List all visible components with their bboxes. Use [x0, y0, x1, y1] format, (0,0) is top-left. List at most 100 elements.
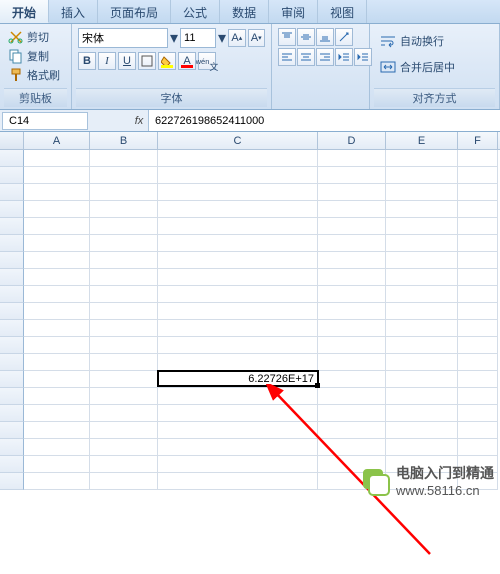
cell[interactable] — [386, 303, 458, 320]
cell[interactable] — [24, 439, 90, 456]
cell[interactable] — [386, 218, 458, 235]
row-header[interactable] — [0, 388, 24, 405]
cell[interactable] — [386, 388, 458, 405]
cell[interactable] — [318, 167, 386, 184]
font-size-select[interactable] — [180, 28, 216, 48]
tab-data[interactable]: 数据 — [220, 0, 269, 23]
cell[interactable] — [24, 388, 90, 405]
cell[interactable] — [158, 252, 318, 269]
spreadsheet-grid[interactable]: ABCDEF 6.22726E+17 — [0, 132, 500, 490]
cell[interactable] — [318, 422, 386, 439]
row-header[interactable] — [0, 201, 24, 218]
tab-formula[interactable]: 公式 — [171, 0, 220, 23]
wrap-text-button[interactable]: 自动换行 — [376, 30, 493, 52]
cell[interactable] — [318, 286, 386, 303]
cell[interactable] — [386, 184, 458, 201]
row-header[interactable] — [0, 167, 24, 184]
cell[interactable] — [318, 150, 386, 167]
cell[interactable] — [458, 405, 498, 422]
row-header[interactable] — [0, 439, 24, 456]
cell[interactable] — [386, 252, 458, 269]
cell[interactable] — [90, 405, 158, 422]
select-all-corner[interactable] — [0, 132, 24, 149]
cell[interactable] — [318, 388, 386, 405]
cell[interactable] — [90, 320, 158, 337]
row-header[interactable] — [0, 184, 24, 201]
format-painter-button[interactable]: 格式刷 — [6, 66, 65, 84]
cell[interactable] — [158, 388, 318, 405]
align-center-button[interactable] — [297, 48, 315, 66]
cell[interactable] — [318, 337, 386, 354]
cell[interactable] — [458, 252, 498, 269]
column-header[interactable]: E — [386, 132, 458, 149]
row-header[interactable] — [0, 422, 24, 439]
cell[interactable] — [458, 371, 498, 388]
phonetic-button[interactable]: wén文 — [198, 52, 216, 70]
cell[interactable] — [458, 184, 498, 201]
row-header[interactable] — [0, 320, 24, 337]
cell[interactable] — [318, 269, 386, 286]
cell[interactable] — [458, 235, 498, 252]
cell[interactable] — [318, 201, 386, 218]
cell[interactable] — [386, 337, 458, 354]
cut-button[interactable]: 剪切 — [6, 28, 65, 46]
bold-button[interactable]: B — [78, 52, 96, 70]
cell[interactable] — [24, 150, 90, 167]
column-header[interactable]: D — [318, 132, 386, 149]
cell[interactable] — [90, 252, 158, 269]
cell[interactable] — [24, 167, 90, 184]
cell[interactable] — [24, 303, 90, 320]
cell[interactable] — [386, 150, 458, 167]
row-header[interactable] — [0, 354, 24, 371]
cell[interactable] — [90, 456, 158, 473]
row-header[interactable] — [0, 303, 24, 320]
cell[interactable] — [386, 439, 458, 456]
cell[interactable] — [318, 405, 386, 422]
name-box[interactable]: C14 — [2, 112, 88, 130]
cell[interactable] — [90, 150, 158, 167]
cell[interactable] — [90, 201, 158, 218]
cell[interactable] — [90, 184, 158, 201]
row-header[interactable] — [0, 473, 24, 490]
cell[interactable] — [158, 422, 318, 439]
cell[interactable] — [90, 235, 158, 252]
cell[interactable] — [458, 303, 498, 320]
decrease-indent-button[interactable] — [335, 48, 353, 66]
column-header[interactable]: A — [24, 132, 90, 149]
row-header[interactable] — [0, 235, 24, 252]
align-right-button[interactable] — [316, 48, 334, 66]
tab-review[interactable]: 审阅 — [269, 0, 318, 23]
cell[interactable] — [458, 422, 498, 439]
cell[interactable] — [24, 422, 90, 439]
row-header[interactable] — [0, 371, 24, 388]
cell[interactable] — [24, 184, 90, 201]
cell[interactable] — [158, 218, 318, 235]
cell[interactable] — [458, 150, 498, 167]
cell[interactable] — [318, 371, 386, 388]
copy-button[interactable]: 复制 — [6, 47, 65, 65]
cell[interactable] — [24, 269, 90, 286]
cell[interactable] — [90, 354, 158, 371]
row-header[interactable] — [0, 286, 24, 303]
cell[interactable] — [158, 473, 318, 490]
cell[interactable] — [458, 388, 498, 405]
cell[interactable] — [458, 167, 498, 184]
row-header[interactable] — [0, 218, 24, 235]
cell[interactable] — [386, 201, 458, 218]
align-bottom-button[interactable] — [316, 28, 334, 46]
border-button[interactable] — [138, 52, 156, 70]
cell[interactable] — [24, 252, 90, 269]
cell[interactable] — [158, 405, 318, 422]
cell[interactable] — [386, 320, 458, 337]
cell[interactable] — [318, 252, 386, 269]
cell[interactable] — [24, 371, 90, 388]
cell[interactable] — [24, 201, 90, 218]
cell[interactable] — [458, 286, 498, 303]
row-header[interactable] — [0, 150, 24, 167]
cell[interactable] — [318, 354, 386, 371]
italic-button[interactable]: I — [98, 52, 116, 70]
cell[interactable] — [458, 439, 498, 456]
tab-layout[interactable]: 页面布局 — [98, 0, 171, 23]
font-color-button[interactable]: A — [178, 52, 196, 70]
cell[interactable] — [90, 473, 158, 490]
